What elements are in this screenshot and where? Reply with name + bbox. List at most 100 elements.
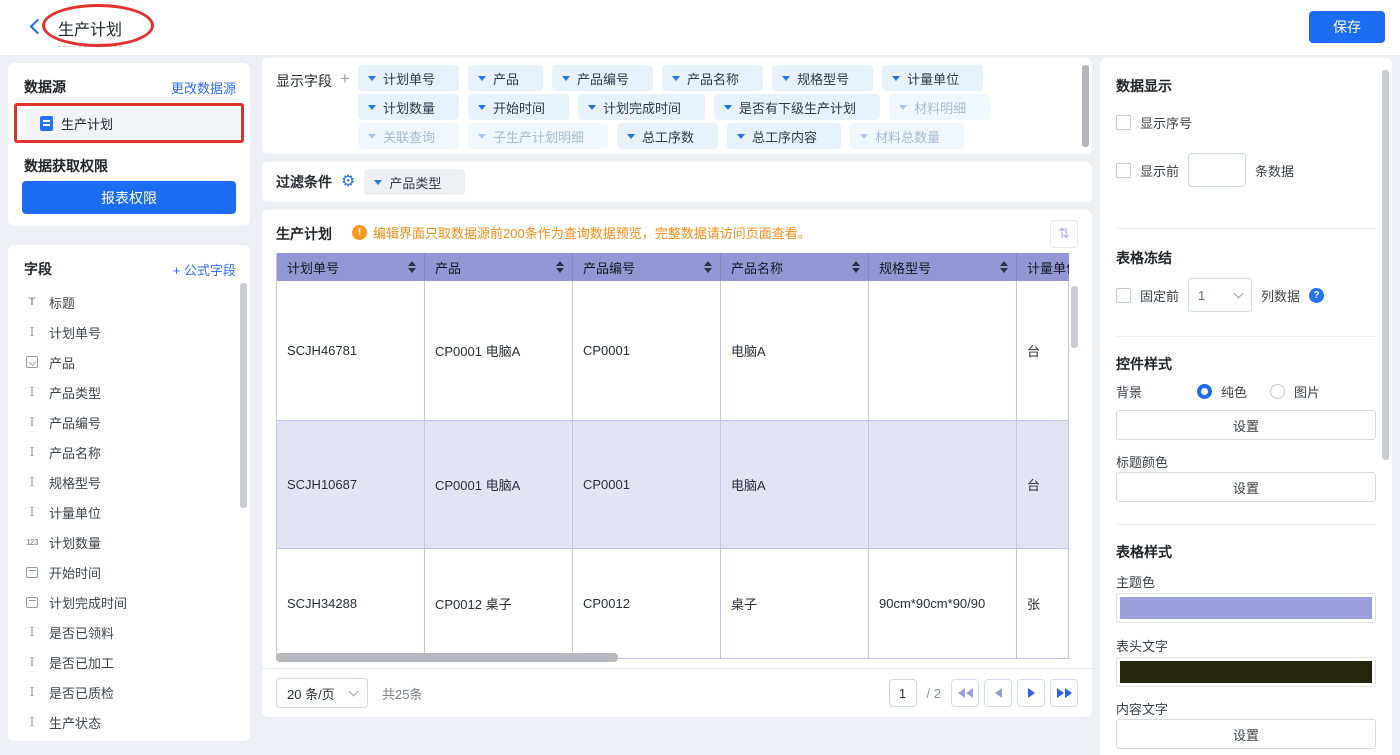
table-cell: CP0001 电脑A [425,281,573,421]
number-icon [24,538,40,547]
show-top-input[interactable] [1188,153,1246,187]
table-row[interactable]: SCJH34288 CP0012 桌子 CP0012 桌子 90cm*90cm*… [277,549,1069,659]
filter-chip[interactable]: 产品类型 [364,169,465,195]
field-item[interactable]: 产品编号 [8,407,240,437]
column-header[interactable]: 产品编号 [573,253,721,281]
field-item[interactable]: 开始时间 [8,557,240,587]
datasource-card: 数据源 更改数据源 生产计划 数据获取权限 报表权限 [8,63,250,226]
field-list: 标题 计划单号 产品 产品类型 产品编号 产品名称 规格型号 计量单位 计划数量… [8,287,240,737]
field-chip[interactable]: 产品 [468,65,543,91]
datasource-item[interactable]: 生产计划 [26,109,244,137]
field-chip[interactable]: 总工序内容 [727,123,841,149]
display-fields-card: 显示字段 + 计划单号 产品 产品编号 产品名称 规格型号 计量单位 计划数量 … [262,58,1092,154]
background-set-button[interactable]: 设置 [1116,410,1376,440]
field-chip[interactable]: 产品名称 [662,65,763,91]
add-display-field-button[interactable]: + [340,69,350,89]
field-chip-disabled[interactable]: 材料总数量 [850,123,964,149]
title-color-set-button[interactable]: 设置 [1116,472,1376,502]
table-vertical-scrollbar[interactable] [1071,286,1078,348]
table-row[interactable]: SCJH10687 CP0001 电脑A CP0001 电脑A 台 [277,421,1069,549]
field-item[interactable]: 计量单位 [8,497,240,527]
show-top-checkbox[interactable] [1116,163,1131,178]
table-row[interactable]: SCJH46781 CP0001 电脑A CP0001 电脑A 台 [277,281,1069,421]
field-chip-disabled[interactable]: 子生产计划明细 [468,123,608,149]
save-button[interactable]: 保存 [1309,11,1385,43]
field-item[interactable]: 是否已质检 [8,677,240,707]
prev-page-button[interactable] [984,679,1012,707]
first-page-button[interactable] [951,679,979,707]
column-header[interactable]: 规格型号 [869,253,1017,281]
table-cell: SCJH46781 [277,281,425,421]
field-item[interactable]: 产品类型 [8,377,240,407]
field-item[interactable]: 规格型号 [8,467,240,497]
sort-arrows-icon[interactable] [556,261,564,273]
field-chip[interactable]: 总工序数 [617,123,718,149]
field-chip[interactable]: 计量单位 [882,65,983,91]
field-item[interactable]: 是否已领料 [8,617,240,647]
content-text-set-button[interactable]: 设置 [1116,719,1376,749]
sort-arrows-icon[interactable] [1000,261,1008,273]
sort-arrows-icon[interactable] [408,261,416,273]
back-icon[interactable] [30,19,46,35]
freeze-count-select[interactable]: 1 [1188,278,1252,312]
fields-scrollbar[interactable] [240,283,247,508]
help-icon[interactable]: ? [1309,288,1324,303]
column-header[interactable]: 计划单号 [277,253,425,281]
sort-button[interactable] [1050,220,1078,248]
gear-icon[interactable]: ⚙︎ [341,174,355,190]
field-label: 计划单号 [49,323,101,342]
sort-arrows-icon[interactable] [852,261,860,273]
show-top-prefix: 显示前 [1140,161,1179,180]
theme-color-swatch[interactable] [1116,593,1376,623]
page-size-select[interactable]: 20 条/页 [276,678,368,708]
field-item[interactable]: 产品 [8,347,240,377]
add-formula-field-link[interactable]: + 公式字段 [173,260,236,279]
field-label: 产品编号 [49,413,101,432]
header-text-swatch[interactable] [1116,657,1376,687]
field-chip[interactable]: 计划数量 [358,94,459,120]
display-fields-scrollbar[interactable] [1082,65,1089,147]
field-item[interactable]: 是否已加工 [8,647,240,677]
change-datasource-link[interactable]: 更改数据源 [171,78,236,97]
field-chip[interactable]: 产品编号 [552,65,653,91]
freeze-title: 表格冻结 [1116,248,1172,268]
field-item[interactable]: 产品名称 [8,437,240,467]
field-item[interactable]: 计划数量 [8,527,240,557]
image-radio[interactable] [1270,384,1285,399]
table-style-title: 表格样式 [1116,542,1172,562]
show-index-checkbox[interactable] [1116,115,1131,130]
field-item[interactable]: 生产状态 [8,707,240,737]
settings-scrollbar[interactable] [1382,70,1389,460]
column-header[interactable]: 计量单位 [1017,253,1069,281]
column-header[interactable]: 产品 [425,253,573,281]
table-cell: CP0001 [573,421,721,549]
table-horizontal-scrollbar[interactable] [276,653,618,662]
report-permission-button[interactable]: 报表权限 [22,181,236,214]
column-header[interactable]: 产品名称 [721,253,869,281]
field-item[interactable]: 计划单号 [8,317,240,347]
field-item-title[interactable]: 标题 [8,287,240,317]
background-row: 背景 纯色 图片 [1116,382,1376,401]
field-chip-disabled[interactable]: 关联查询 [358,123,459,149]
field-chip-disabled[interactable]: 材料明细 [889,94,990,120]
page-number-input[interactable] [889,679,917,707]
caret-down-icon [368,76,376,81]
top-bar: 生产计划 保存 [0,0,1400,55]
last-page-button[interactable] [1050,679,1078,707]
freeze-checkbox[interactable] [1116,288,1131,303]
page-title[interactable]: 生产计划 [58,16,122,47]
caret-down-icon [368,134,376,139]
solid-radio-selected[interactable] [1197,384,1212,399]
display-field-chips: 计划单号 产品 产品编号 产品名称 规格型号 计量单位 计划数量 开始时间 计划… [358,65,1076,152]
field-chip[interactable]: 是否有下级生产计划 [714,94,880,120]
field-chip[interactable]: 计划完成时间 [578,94,705,120]
table-cell [869,281,1017,421]
field-item[interactable]: 计划完成时间 [8,587,240,617]
next-page-button[interactable] [1017,679,1045,707]
sort-arrows-icon[interactable] [704,261,712,273]
field-label: 计划数量 [49,533,101,552]
field-chip[interactable]: 计划单号 [358,65,459,91]
field-chip[interactable]: 开始时间 [468,94,569,120]
permission-title: 数据获取权限 [24,156,108,176]
field-chip[interactable]: 规格型号 [772,65,873,91]
